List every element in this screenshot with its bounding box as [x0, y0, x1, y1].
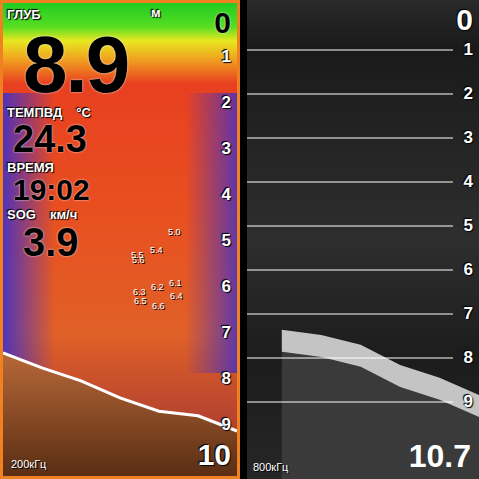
- depth-scale-label: 2: [464, 84, 473, 104]
- depth-line: [247, 94, 453, 95]
- readout-unit: °C: [76, 105, 91, 120]
- depth-scale-label: 1: [464, 40, 473, 60]
- bottom-line: [3, 353, 237, 431]
- downscan-view: [247, 0, 479, 479]
- depth-line: [247, 50, 453, 51]
- depth-scale-label: 3: [464, 128, 473, 148]
- frequency-label: 800кГц: [253, 461, 288, 473]
- depth-scale-label: 6: [222, 277, 231, 297]
- depth-label: ГЛУБ: [7, 7, 41, 22]
- depth-scale-label: 5: [464, 216, 473, 236]
- fish-depth-mark: 6.6: [152, 301, 165, 311]
- readout-value: 24.3: [13, 120, 167, 158]
- depth-range: 10: [198, 438, 231, 472]
- sonar-panel-200khz[interactable]: ГЛУБм8.9ТЕМПВД°C24.3ВРЕМЯ19:02SOGкм/ч3.9…: [0, 0, 240, 479]
- readout-header: ТЕМПВД °C: [7, 105, 167, 120]
- readouts: ГЛУБм8.9ТЕМПВД°C24.3ВРЕМЯ19:02SOGкм/ч3.9: [7, 5, 167, 262]
- depth-scale-label: 9: [464, 392, 473, 412]
- readout-value: 19:02: [13, 175, 167, 205]
- fish-depth-mark: 6.4: [170, 291, 183, 301]
- depth-value: 8.9: [23, 27, 167, 103]
- fish-depth-mark: 6.3: [133, 287, 146, 297]
- depth-line: [247, 138, 453, 139]
- readout-label: SOG: [7, 207, 36, 222]
- fish-depth-mark: 5.4: [150, 245, 163, 255]
- depth-line: [247, 314, 453, 315]
- depth-scale-label: 2: [222, 93, 231, 113]
- readout: ВРЕМЯ19:02: [7, 160, 167, 205]
- depth-line: [247, 358, 453, 359]
- depth-scale-label: 8: [222, 369, 231, 389]
- depth-scale-label: 6: [464, 260, 473, 280]
- depth-scale-label: 3: [222, 139, 231, 159]
- depth-scale-label: 7: [222, 323, 231, 343]
- readout-header: ВРЕМЯ: [7, 160, 167, 175]
- readout-label: ТЕМПВД: [7, 105, 62, 120]
- fish-depth-mark: 6.5: [134, 296, 147, 306]
- readout-value: 3.9: [23, 222, 167, 262]
- fish-depth-mark: 5.0: [168, 227, 181, 237]
- depth-line: [247, 270, 453, 271]
- fish-depth-mark: 6.1: [169, 278, 182, 288]
- depth-unit: м: [151, 5, 161, 20]
- depth-scale-label: 7: [464, 304, 473, 324]
- fish-depth-mark: 5.6: [132, 255, 145, 265]
- depth-line: [247, 402, 453, 403]
- depth-scale-label: 9: [222, 415, 231, 435]
- depth-line: [247, 226, 453, 227]
- fish-depth-mark: 6.2: [151, 282, 164, 292]
- depth-header: ГЛУБ м: [7, 5, 167, 27]
- depth-scale-label: 1: [222, 47, 231, 67]
- depth-scale-label: 8: [464, 348, 473, 368]
- readout-unit: км/ч: [50, 207, 77, 222]
- depth-line: [247, 182, 453, 183]
- depth-scale-label: 4: [222, 185, 231, 205]
- depth-range: 10.7: [409, 438, 471, 475]
- readout: ТЕМПВД °C24.3: [7, 105, 167, 158]
- bottom-ribbon: [282, 330, 479, 417]
- depth-scale-label: 0: [214, 6, 231, 40]
- depth-scale-label: 4: [464, 172, 473, 192]
- readout-label: ВРЕМЯ: [7, 160, 54, 175]
- sonar-screen: ГЛУБм8.9ТЕМПВД°C24.3ВРЕМЯ19:02SOGкм/ч3.9…: [0, 0, 479, 479]
- readout-header: SOG км/ч: [7, 207, 167, 222]
- sonar-panel-800khz[interactable]: 0 1 2 3 4 5 6 7 8 9 10.7 800кГц: [247, 0, 479, 479]
- bottom-fill: [3, 353, 237, 476]
- depth-scale-label: 5: [222, 231, 231, 251]
- frequency-label: 200кГц: [11, 458, 46, 470]
- depth-scale-label: 0: [456, 3, 473, 37]
